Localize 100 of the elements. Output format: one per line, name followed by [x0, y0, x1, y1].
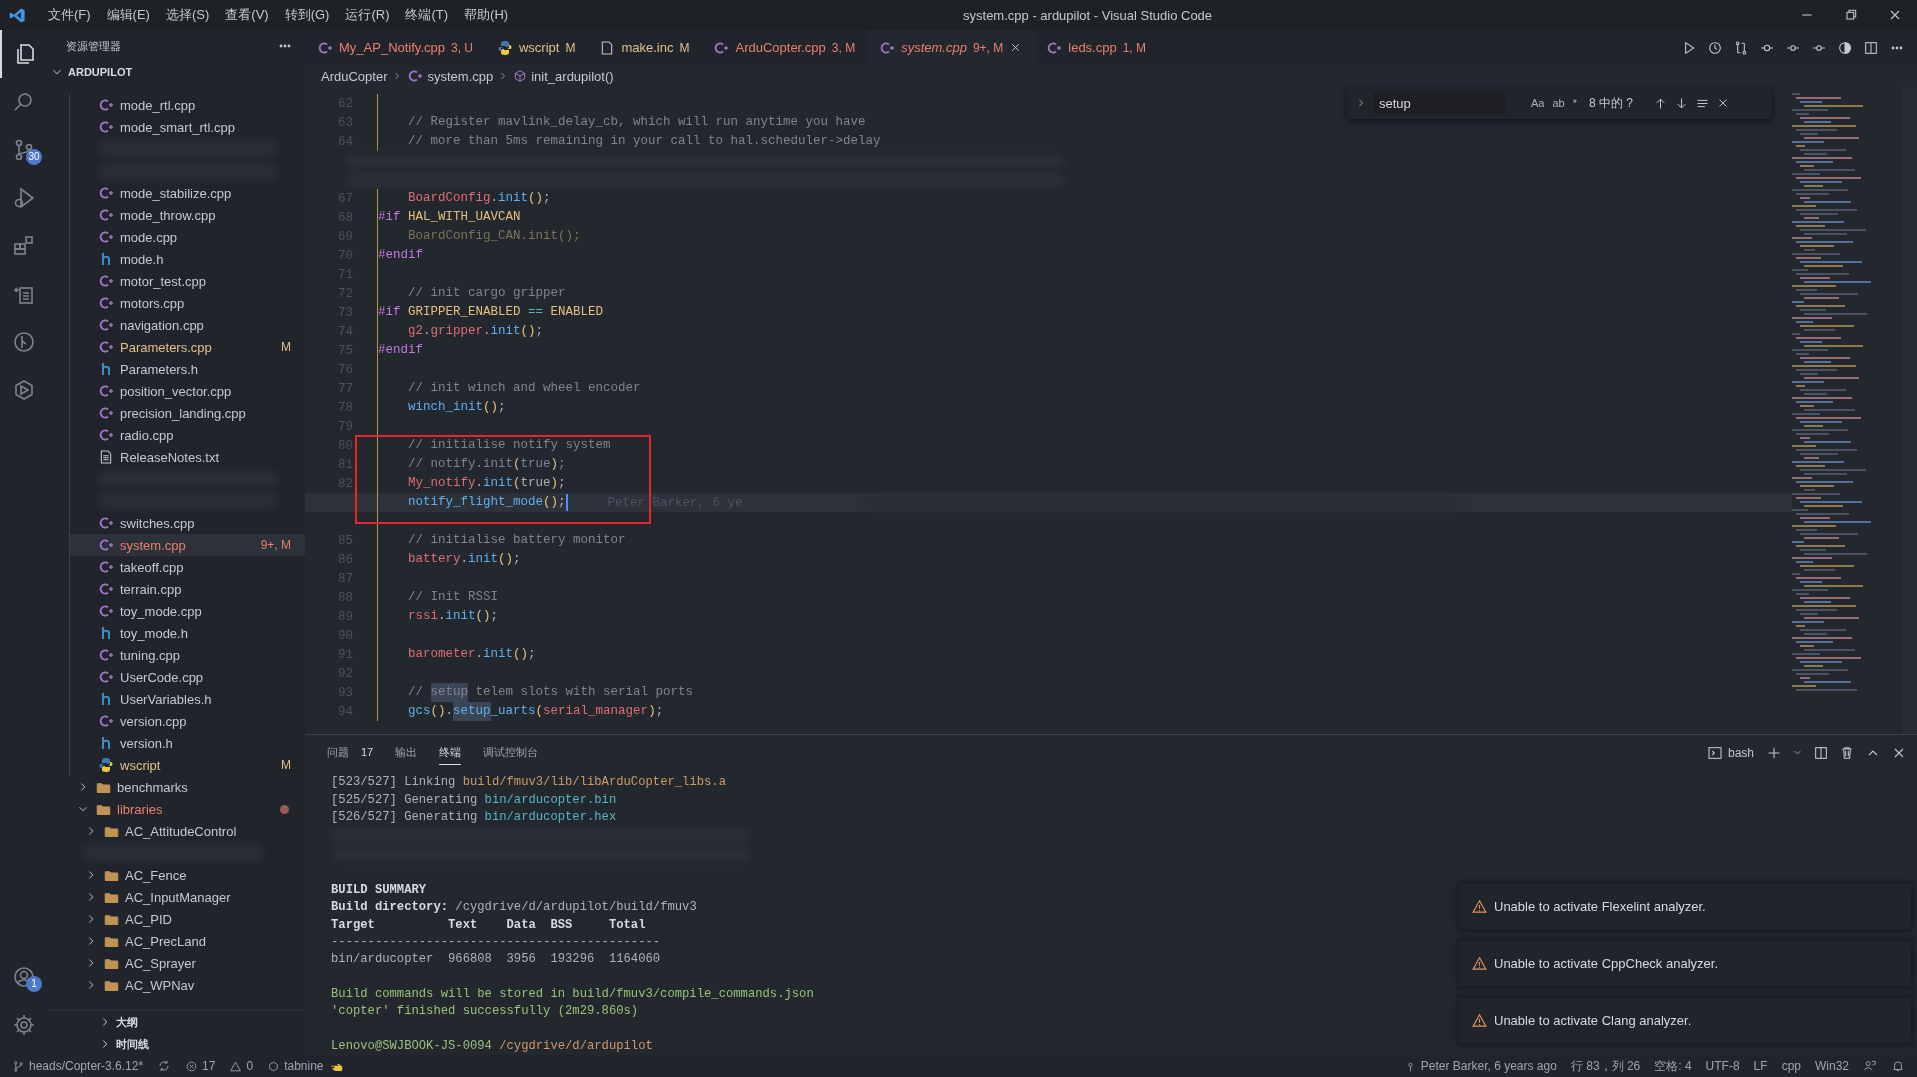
tree-item[interactable]: AC_WPNav: [46, 974, 305, 996]
find-field[interactable]: setup: [1373, 92, 1505, 114]
tree-item[interactable]: mode_throw.cpp: [70, 204, 305, 226]
terminal-line: Lenovo@SWJBOOK-JS-0094 /cygdrive/d/ardupilot: [331, 1037, 653, 1055]
compare-icon[interactable]: [1733, 39, 1749, 56]
run-debug-icon[interactable]: [12, 186, 36, 210]
code-line: BoardConfig.init();: [377, 189, 551, 208]
menu-item[interactable]: 文件(F): [40, 6, 99, 24]
panel-tab[interactable]: 输出: [395, 740, 418, 766]
restore-icon[interactable]: [1843, 7, 1859, 23]
tree-item[interactable]: radio.cpp: [70, 424, 305, 446]
status-item[interactable]: 17: [185, 1059, 216, 1073]
status-item[interactable]: 0: [229, 1059, 254, 1073]
menu-item[interactable]: 转到(G): [276, 6, 338, 24]
status-item[interactable]: 空格: 4: [1654, 1057, 1692, 1075]
hexagon-icon: [267, 1059, 281, 1073]
bell-icon[interactable]: [1891, 1059, 1905, 1073]
tree-item[interactable]: libraries: [46, 798, 305, 820]
python-icon: [497, 39, 513, 56]
tree-item[interactable]: toy_mode.cpp: [70, 600, 305, 622]
option-toggle[interactable]: ab: [1552, 97, 1565, 109]
tree-item[interactable]: mode_stabilize.cpp: [70, 182, 305, 204]
tree-item[interactable]: mode_smart_rtl.cpp: [70, 116, 305, 138]
cpp-file-icon: [98, 647, 114, 663]
tree-item[interactable]: AC_Sprayer: [46, 952, 305, 974]
tree-item[interactable]: motor_test.cpp: [70, 270, 305, 292]
section-title[interactable]: ARDUPILOT: [68, 66, 133, 78]
cpp-file-icon: [98, 273, 114, 289]
tree-item[interactable]: UserVariables.h: [70, 688, 305, 710]
branch-circle-icon[interactable]: [12, 330, 36, 354]
tree-item[interactable]: tuning.cpp: [70, 644, 305, 666]
match-count: 8 中的 ?: [1589, 94, 1633, 112]
tree-item[interactable]: toy_mode.h: [70, 622, 305, 644]
section-header[interactable]: 大纲: [46, 1011, 305, 1033]
panel-tab[interactable]: 调试控制台: [483, 740, 539, 766]
breadcrumb-item[interactable]: ArduCopter: [321, 68, 388, 84]
tree-item[interactable]: AC_PID: [46, 908, 305, 930]
tree-item[interactable]: AC_Fence: [46, 864, 305, 886]
breadcrumb-item[interactable]: init_ardupilot(): [531, 68, 614, 84]
status-item[interactable]: cpp: [1781, 1059, 1801, 1073]
tree-item[interactable]: takeoff.cpp: [70, 556, 305, 578]
settings-icon[interactable]: [12, 1013, 36, 1037]
panel-tab[interactable]: 终端: [439, 740, 462, 766]
terminal-line: ---------------------------------------------: [331, 933, 661, 951]
status-item[interactable]: Win32: [1815, 1059, 1849, 1073]
option-toggle[interactable]: Aa: [1531, 97, 1545, 109]
option-toggle[interactable]: *: [1572, 97, 1577, 109]
menu-item[interactable]: 查看(V): [217, 6, 277, 24]
tree-item[interactable]: position_vector.cpp: [70, 380, 305, 402]
tree-item[interactable]: version.cpp: [70, 710, 305, 732]
status-item[interactable]: UTF-8: [1705, 1059, 1740, 1073]
terminal-selector[interactable]: bash: [1706, 744, 1754, 761]
panel-tab[interactable]: 问题 17: [327, 740, 374, 766]
status-item[interactable]: tabnine: [267, 1059, 344, 1073]
tree-item[interactable]: precision_landing.cpp: [70, 402, 305, 424]
tree-item[interactable]: mode.h: [70, 248, 305, 270]
tree-item[interactable]: UserCode.cpp: [70, 666, 305, 688]
extensions-icon[interactable]: [12, 234, 36, 258]
tree-item[interactable]: motors.cpp: [70, 292, 305, 314]
tree-item[interactable]: switches.cpp: [70, 512, 305, 534]
status-item[interactable]: Peter Barker, 6 years ago: [1403, 1059, 1557, 1073]
notification-toast[interactable]: Unable to activate CppCheck analyzer.: [1459, 941, 1911, 986]
tree-item[interactable]: navigation.cpp: [70, 314, 305, 336]
menu-item[interactable]: 终端(T): [397, 6, 457, 24]
notification-toast[interactable]: Unable to activate Clang analyzer.: [1459, 998, 1911, 1043]
tree-item[interactable]: Parameters.h: [70, 358, 305, 380]
tree-item[interactable]: Parameters.cpp M: [70, 336, 305, 358]
tree-item[interactable]: system.cpp 9+, M: [70, 534, 305, 556]
tree-item[interactable]: mode.cpp: [70, 226, 305, 248]
menu-item[interactable]: 运行(R): [337, 6, 398, 24]
cpp-file-icon: [98, 603, 114, 619]
status-item[interactable]: heads/Copter-3.6.12*: [12, 1059, 144, 1073]
account-icon[interactable]: [12, 965, 36, 989]
menu-item[interactable]: 编辑(E): [98, 6, 158, 24]
trash-icon[interactable]: [1839, 744, 1855, 761]
status-item[interactable]: LF: [1753, 1059, 1768, 1073]
tree-item[interactable]: AC_InputManager: [46, 886, 305, 908]
sync-icon[interactable]: [157, 1059, 172, 1073]
section-header[interactable]: 时间线: [46, 1033, 305, 1055]
split-icon[interactable]: [1863, 39, 1879, 56]
split-icon[interactable]: [1813, 744, 1829, 761]
tree-item[interactable]: terrain.cpp: [70, 578, 305, 600]
tree-item[interactable]: version.h: [70, 732, 305, 754]
feedback-icon[interactable]: [1863, 1059, 1877, 1073]
code-line: // init winch and wheel encoder: [377, 379, 641, 398]
tree-item[interactable]: AC_AttitudeControl: [46, 820, 305, 842]
notification-toast[interactable]: Unable to activate Flexelint analyzer.: [1459, 884, 1911, 929]
tree-item[interactable]: wscript M: [70, 754, 305, 776]
half-circle-icon[interactable]: [1837, 39, 1853, 56]
status-item[interactable]: 行 83，列 26: [1570, 1057, 1641, 1075]
history-icon[interactable]: [1707, 39, 1723, 56]
tree-item[interactable]: benchmarks: [46, 776, 305, 798]
code-line: winch_init();: [377, 398, 506, 417]
tree-item[interactable]: mode_rtl.cpp: [70, 94, 305, 116]
terminal-line: [526/527] Generating bin/arducopter.hex: [331, 808, 617, 826]
breadcrumb-item[interactable]: system.cpp: [427, 68, 494, 84]
menu-item[interactable]: 选择(S): [157, 6, 218, 24]
tree-item[interactable]: ReleaseNotes.txt: [70, 446, 305, 468]
menu-item[interactable]: 帮助(H): [456, 6, 517, 24]
tree-item[interactable]: AC_PrecLand: [46, 930, 305, 952]
